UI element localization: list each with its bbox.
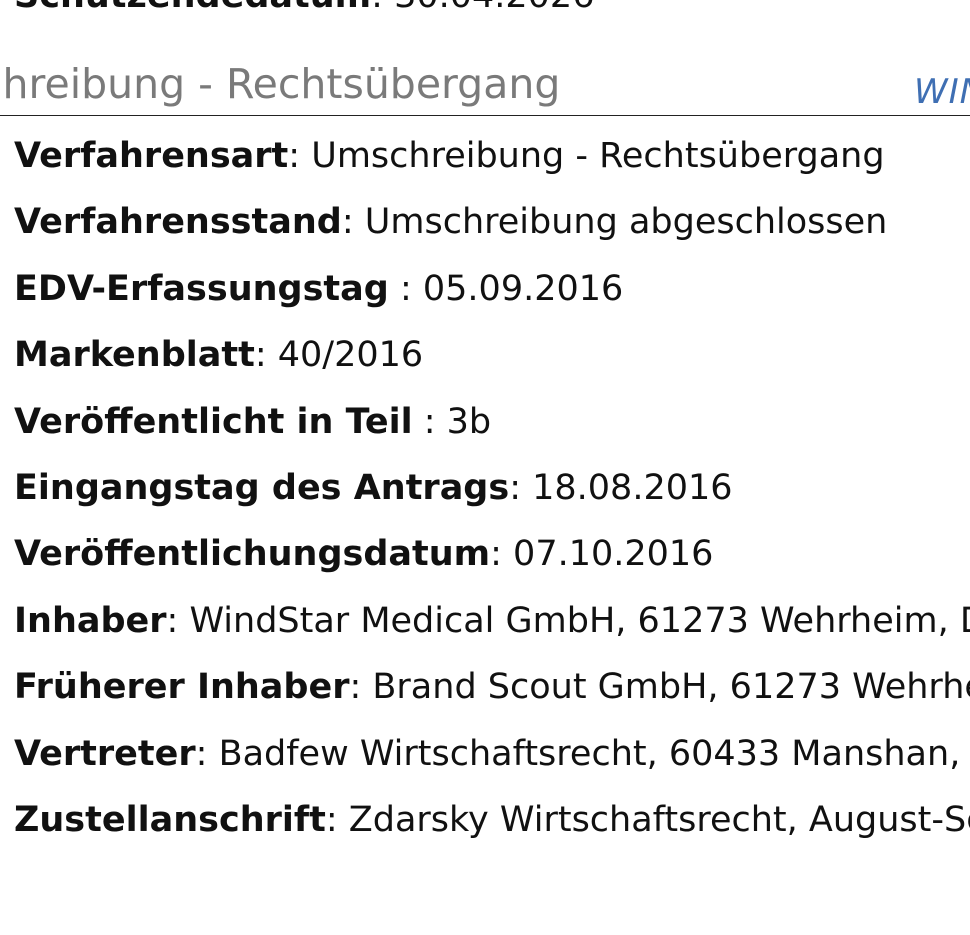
- field-separator: :: [388, 268, 423, 309]
- field-value: 40/2016: [277, 335, 424, 376]
- field-separator: :: [371, 0, 394, 16]
- field-veroeffentlicht-in-teil: Veröffentlicht in Teil : 3b: [14, 394, 970, 460]
- field-separator: :: [490, 534, 514, 575]
- field-value: WindStar Medical GmbH, 61273 Wehrheim, D: [189, 600, 970, 641]
- field-label: EDV-Erfassungstag: [14, 268, 389, 309]
- field-separator: :: [166, 600, 190, 641]
- field-eingangstag: Eingangstag des Antrags: 18.08.2016: [14, 460, 970, 526]
- cut-off-field: Schutzendedatum: 30.04.2026: [14, 0, 594, 16]
- field-label: Veröffentlicht in Teil: [14, 401, 413, 442]
- field-vertreter: Vertreter: Badfew Wirtschaftsrecht, 6043…: [14, 726, 970, 792]
- section-divider: [0, 115, 970, 116]
- field-label: Zustellanschrift: [14, 799, 326, 840]
- field-value: 18.08.2016: [532, 467, 733, 508]
- field-separator: :: [325, 799, 349, 840]
- field-verfahrensstand: Verfahrensstand: Umschreibung abgeschlos…: [14, 194, 970, 260]
- field-value: 3b: [446, 401, 492, 442]
- field-label: Inhaber: [14, 600, 167, 641]
- field-edv-erfassungstag: EDV-Erfassungstag : 05.09.2016: [14, 261, 970, 327]
- field-separator: :: [288, 136, 312, 176]
- section-title: chreibung - Rechtsübergang: [0, 60, 561, 108]
- field-value: Badfew Wirtschaftsrecht, 60433 Manshan,: [218, 733, 961, 774]
- field-label: Eingangstag des Antrags: [14, 467, 510, 508]
- field-separator: :: [341, 202, 365, 243]
- field-list: Verfahrensart: Umschreibung - Rechtsüber…: [14, 128, 970, 858]
- field-label: Vertreter: [14, 733, 196, 774]
- field-label: Früherer Inhaber: [14, 667, 350, 708]
- field-frueherer-inhaber: Früherer Inhaber: Brand Scout GmbH, 6127…: [14, 659, 970, 725]
- field-markenblatt: Markenblatt: 40/2016: [14, 327, 970, 393]
- field-value: Zdarsky Wirtschaftsrecht, August-Sc: [348, 799, 970, 840]
- field-value: 05.09.2016: [422, 268, 624, 309]
- field-label: Markenblatt: [14, 335, 255, 376]
- field-label: Veröffentlichungsdatum: [14, 534, 491, 575]
- field-label: Schutzendedatum: [14, 0, 371, 16]
- field-zustellanschrift: Zustellanschrift: Zdarsky Wirtschaftsrec…: [14, 792, 970, 858]
- field-veroeffentlichungsdatum: Veröffentlichungsdatum: 07.10.2016: [14, 526, 970, 592]
- field-label: Verfahrensart: [14, 136, 289, 176]
- field-inhaber: Inhaber: WindStar Medical GmbH, 61273 We…: [14, 593, 970, 659]
- field-verfahrensart: Verfahrensart: Umschreibung - Rechtsüber…: [14, 128, 970, 194]
- field-label: Verfahrensstand: [14, 202, 342, 243]
- field-separator: :: [195, 733, 219, 774]
- field-value: Umschreibung - Rechtsübergang: [311, 136, 885, 176]
- field-separator: :: [349, 667, 373, 708]
- field-value: Umschreibung abgeschlossen: [364, 202, 888, 243]
- field-separator: :: [509, 467, 533, 508]
- brand-logo: WIN: [914, 72, 970, 112]
- field-separator: :: [254, 335, 278, 376]
- field-value: 30.04.2026: [394, 0, 594, 16]
- field-value: 07.10.2016: [513, 534, 714, 575]
- field-separator: :: [412, 401, 447, 442]
- field-value: Brand Scout GmbH, 61273 Wehrhe: [372, 667, 970, 708]
